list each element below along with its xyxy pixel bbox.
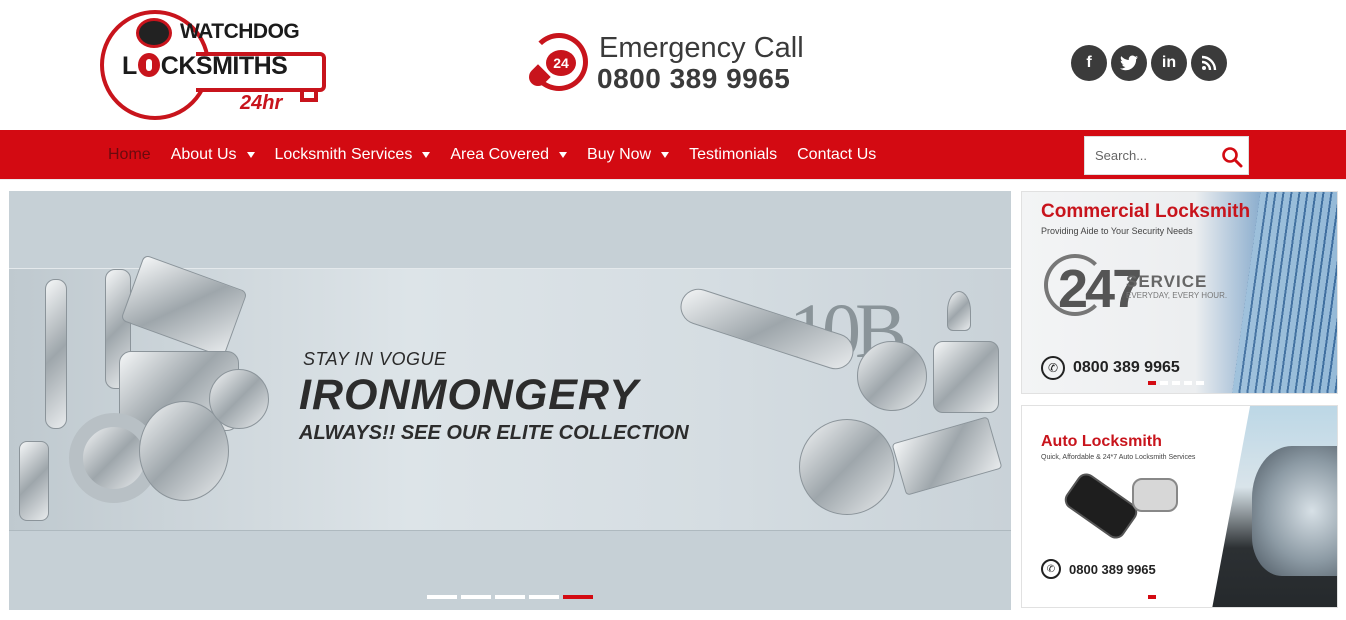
hero-title: IRONMONGERY xyxy=(299,371,639,419)
caret-down-icon xyxy=(422,152,431,158)
nav-locksmith-services-label: Locksmith Services xyxy=(274,146,413,163)
logo-main-b: CKSMITHS xyxy=(160,52,288,80)
door-rose-image xyxy=(857,341,927,411)
commercial-subtitle: Providing Aide to Your Security Needs xyxy=(1041,226,1193,236)
slide-dot[interactable] xyxy=(1172,595,1180,599)
hero-slider[interactable]: STAY IN VOGUE IRONMONGERY ALWAYS!! SEE O… xyxy=(9,191,1011,610)
door-viewer-top-image xyxy=(947,291,971,331)
search-icon[interactable] xyxy=(1221,146,1243,168)
car-key-image xyxy=(1060,469,1142,543)
linkedin-icon[interactable]: in xyxy=(1151,45,1187,81)
nav-buy-now[interactable]: Buy Now xyxy=(587,146,670,164)
nav-menu: Home About Us Locksmith Services Area Co… xyxy=(108,130,896,180)
site-logo[interactable]: WATCHDOG L CKSMITHS 24hr xyxy=(100,8,330,120)
remote-fob-image xyxy=(1132,478,1178,512)
service-badge-word: SERVICE xyxy=(1126,272,1208,291)
slide-dot[interactable] xyxy=(1184,595,1192,599)
hero-slide-indicators xyxy=(427,595,593,599)
twitter-icon[interactable] xyxy=(1111,45,1147,81)
auto-slide-indicators xyxy=(1148,595,1192,599)
door-knob-image xyxy=(799,419,895,515)
slide-dot[interactable] xyxy=(1184,381,1192,385)
auto-subtitle: Quick, Affordable & 24*7 Auto Locksmith … xyxy=(1041,454,1196,461)
auto-phone[interactable]: ✆ 0800 389 9965 xyxy=(1041,559,1156,579)
slide-dot-active[interactable] xyxy=(563,595,593,599)
logo-main-text: L CKSMITHS xyxy=(122,52,288,81)
nav-about-us-label: About Us xyxy=(170,146,237,163)
caret-down-icon xyxy=(661,152,670,158)
slide-dot[interactable] xyxy=(1196,381,1204,385)
commercial-slide-indicators xyxy=(1148,381,1204,385)
hero-subtitle: ALWAYS!! SEE OUR ELITE COLLECTION xyxy=(299,422,689,444)
nav-area-covered[interactable]: Area Covered xyxy=(450,146,568,164)
emergency-title: Emergency Call xyxy=(599,32,804,64)
commercial-phone[interactable]: ✆ 0800 389 9965 xyxy=(1041,356,1180,380)
social-links: f in xyxy=(1071,45,1227,81)
emergency-24-phone-icon: 24 xyxy=(525,33,588,91)
slide-dot[interactable] xyxy=(495,595,525,599)
slide-dot[interactable] xyxy=(427,595,457,599)
phone-icon: ✆ xyxy=(1041,356,1065,380)
hardware-rod-image xyxy=(19,441,49,521)
service-badge-tagline: EVERYDAY, EVERY HOUR. xyxy=(1126,291,1228,300)
emergency-icon-label: 24 xyxy=(546,50,576,76)
slide-dot[interactable] xyxy=(1172,381,1180,385)
car-image xyxy=(1252,446,1337,576)
commercial-locksmith-banner[interactable]: Commercial Locksmith Providing Aide to Y… xyxy=(1021,191,1338,394)
search-input[interactable] xyxy=(1085,137,1215,174)
commercial-title: Commercial Locksmith xyxy=(1041,201,1251,222)
auto-locksmith-banner[interactable]: Auto Locksmith Quick, Affordable & 24*7 … xyxy=(1021,405,1338,608)
nav-home-label: Home xyxy=(108,146,151,163)
logo-sub-text: 24hr xyxy=(240,92,283,114)
slide-dot-active[interactable] xyxy=(1148,381,1156,385)
nav-contact-us-label: Contact Us xyxy=(797,146,877,163)
search-box xyxy=(1084,136,1249,175)
caret-down-icon xyxy=(246,152,255,158)
nav-area-covered-label: Area Covered xyxy=(450,146,550,163)
hero-kicker: STAY IN VOGUE xyxy=(303,349,447,369)
slide-dot[interactable] xyxy=(461,595,491,599)
main-nav: Home About Us Locksmith Services Area Co… xyxy=(0,130,1346,180)
hardware-rod-image xyxy=(45,279,67,429)
auto-title: Auto Locksmith xyxy=(1041,433,1162,450)
nav-about-us[interactable]: About Us xyxy=(171,146,255,164)
facebook-icon[interactable]: f xyxy=(1071,45,1107,81)
slide-dot[interactable] xyxy=(1160,595,1168,599)
site-header: WATCHDOG L CKSMITHS 24hr 24 Emergency Cal… xyxy=(0,0,1346,130)
padlock-icon xyxy=(137,53,160,77)
nav-testimonials-label: Testimonials xyxy=(689,146,778,163)
logo-dog-icon xyxy=(136,18,172,48)
nav-contact-us[interactable]: Contact Us xyxy=(797,146,876,164)
emergency-phone[interactable]: 0800 389 9965 xyxy=(597,63,790,95)
nav-buy-now-label: Buy Now xyxy=(587,146,652,163)
commercial-phone-number: 0800 389 9965 xyxy=(1073,359,1180,376)
slide-dot[interactable] xyxy=(1160,381,1168,385)
nav-locksmith-services[interactable]: Locksmith Services xyxy=(275,146,431,164)
door-viewer-image xyxy=(933,341,999,413)
rss-icon[interactable] xyxy=(1191,45,1227,81)
emergency-call[interactable]: 24 Emergency Call 0800 389 9965 xyxy=(525,30,830,100)
nav-testimonials[interactable]: Testimonials xyxy=(689,146,777,164)
slide-dot[interactable] xyxy=(529,595,559,599)
logo-main-a: L xyxy=(122,52,137,80)
hardware-knob-image xyxy=(209,369,269,429)
auto-phone-number: 0800 389 9965 xyxy=(1069,561,1156,577)
logo-top-text: WATCHDOG xyxy=(180,20,300,43)
slide-dot-active[interactable] xyxy=(1148,595,1156,599)
logo-key-teeth-icon xyxy=(300,92,318,102)
caret-down-icon xyxy=(559,152,568,158)
nav-home[interactable]: Home xyxy=(108,146,151,164)
phone-icon: ✆ xyxy=(1041,559,1061,579)
